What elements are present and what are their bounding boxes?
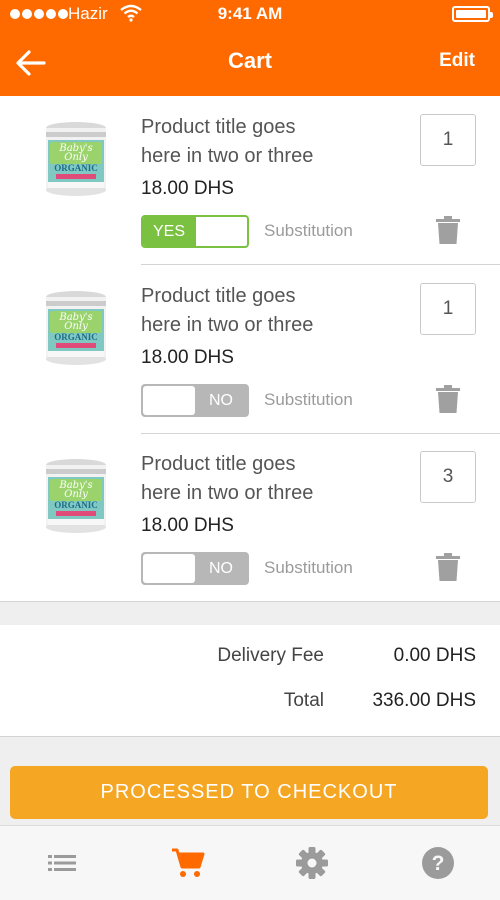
substitution-label: Substitution — [264, 558, 353, 577]
toggle-knob — [143, 386, 195, 415]
svg-text:Only: Only — [64, 489, 88, 500]
svg-text:?: ? — [432, 852, 445, 875]
order-summary: Delivery Fee 0.00 DHS Total 336.00 DHS — [0, 625, 500, 736]
trash-icon[interactable] — [436, 216, 460, 244]
page-title: Cart — [227, 48, 272, 73]
status-bar: Hazir 9:41 AM — [0, 0, 500, 28]
product-title[interactable]: Product title goes here in two or three — [141, 282, 381, 340]
substitution-toggle[interactable]: YES — [141, 215, 249, 248]
section-divider — [0, 601, 500, 626]
toggle-label: NO — [209, 560, 233, 577]
product-title[interactable]: Product title goes here in two or three — [141, 113, 381, 171]
toggle-knob — [143, 554, 195, 583]
battery-icon — [452, 6, 493, 22]
cart-icon[interactable] — [170, 845, 206, 881]
svg-text:ORGANIC: ORGANIC — [54, 163, 98, 173]
delivery-fee-row: Delivery Fee 0.00 DHS — [0, 645, 500, 675]
delivery-fee-value: 0.00 DHS — [393, 645, 476, 666]
quantity-input[interactable]: 1 — [420, 114, 476, 166]
edit-button[interactable]: Edit — [439, 50, 475, 72]
total-label: Total — [283, 690, 324, 711]
product-price: 18.00 DHS — [141, 178, 234, 199]
cart-item: Baby's Only ORGANIC Product title goes h… — [0, 433, 500, 602]
product-image[interactable]: Baby's Only ORGANIC — [42, 120, 110, 198]
product-image[interactable]: Baby's Only ORGANIC — [42, 457, 110, 535]
svg-text:Only: Only — [64, 321, 88, 332]
status-time: 9:41 AM — [217, 4, 283, 23]
product-title-line: here in two or three — [141, 314, 314, 336]
trash-icon[interactable] — [436, 553, 460, 581]
list-icon[interactable] — [44, 845, 80, 881]
total-row: Total 336.00 DHS — [0, 690, 500, 720]
product-title-line: here in two or three — [141, 482, 314, 504]
svg-text:Only: Only — [64, 152, 88, 163]
svg-text:ORGANIC: ORGANIC — [54, 500, 98, 510]
product-image[interactable]: Baby's Only ORGANIC — [42, 289, 110, 367]
product-title-line: here in two or three — [141, 145, 314, 167]
gear-icon[interactable] — [294, 845, 330, 881]
product-title-line: Product title goes — [141, 285, 296, 307]
substitution-label: Substitution — [264, 390, 353, 409]
delivery-fee-label: Delivery Fee — [217, 645, 324, 666]
product-title[interactable]: Product title goes here in two or three — [141, 450, 381, 508]
toggle-label: NO — [209, 392, 233, 409]
substitution-toggle[interactable]: NO — [141, 552, 249, 585]
cart-item: Baby's Only ORGANIC Product title goes h… — [0, 265, 500, 434]
product-price: 18.00 DHS — [141, 347, 234, 368]
substitution-label: Substitution — [264, 221, 353, 240]
product-price: 18.00 DHS — [141, 515, 234, 536]
substitution-toggle[interactable]: NO — [141, 384, 249, 417]
toggle-label: YES — [143, 217, 196, 246]
product-title-line: Product title goes — [141, 453, 296, 475]
total-value: 336.00 DHS — [372, 690, 476, 711]
tab-bar: ? — [0, 825, 500, 900]
quantity-input[interactable]: 1 — [420, 283, 476, 335]
help-icon[interactable]: ? — [420, 845, 456, 881]
product-title-line: Product title goes — [141, 116, 296, 138]
quantity-input[interactable]: 3 — [420, 451, 476, 503]
trash-icon[interactable] — [436, 385, 460, 413]
app-header: Hazir 9:41 AM Cart Edit — [0, 0, 500, 96]
svg-text:ORGANIC: ORGANIC — [54, 332, 98, 342]
checkout-button[interactable]: PROCESSED TO CHECKOUT — [10, 766, 488, 819]
cart-item: Baby's Only ORGANIC Product title goes h… — [0, 96, 500, 265]
